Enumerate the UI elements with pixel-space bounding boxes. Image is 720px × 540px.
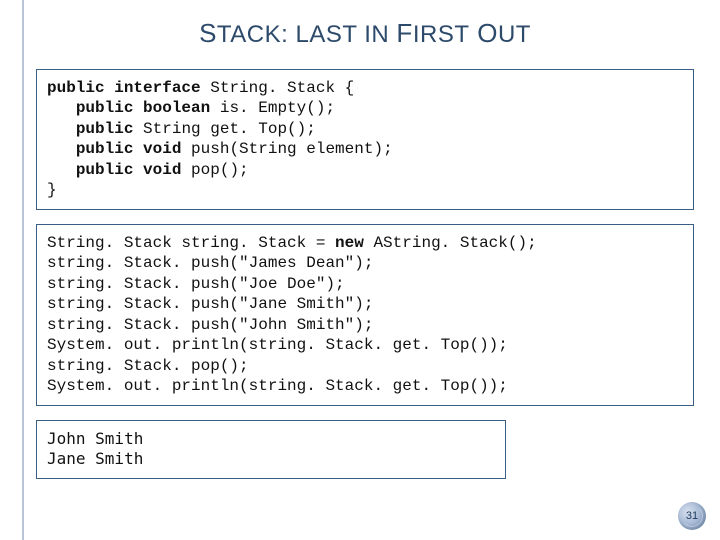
code-text: push(String element); xyxy=(191,140,393,158)
code-text: string. Stack. push("James Dean"); xyxy=(47,254,373,272)
code-text: string. Stack. push("Joe Doe"); xyxy=(47,275,345,293)
code-kw: public boolean xyxy=(76,99,220,117)
interface-code-box: public interface String. Stack { public … xyxy=(36,69,694,210)
code-text: string. Stack. push("Jane Smith"); xyxy=(47,295,373,313)
code-text: AString. Stack(); xyxy=(373,234,536,252)
title-word: IN xyxy=(357,21,396,48)
title-letter: F xyxy=(396,18,412,48)
code-kw: public void xyxy=(76,161,191,179)
title-letter: O xyxy=(469,18,497,48)
interface-code: public interface String. Stack { public … xyxy=(47,78,683,201)
code-text: string. Stack. push("John Smith"); xyxy=(47,316,373,334)
output-text: John Smith Jane Smith xyxy=(47,429,495,470)
title-word: AST xyxy=(309,21,357,48)
output-line: Jane Smith xyxy=(47,449,143,468)
title-letter: S xyxy=(199,18,217,48)
usage-code: String. Stack string. Stack = new AStrin… xyxy=(47,233,683,397)
title-word: TACK xyxy=(217,21,281,48)
code-text: } xyxy=(47,181,57,199)
code-kw: public interface xyxy=(47,79,210,97)
page-number-badge: 31 xyxy=(678,502,706,530)
left-margin-rule xyxy=(22,0,24,540)
code-text: String. Stack { xyxy=(210,79,354,97)
title-word: IRST xyxy=(413,21,470,48)
code-text: pop(); xyxy=(191,161,249,179)
slide-title: STACK: LAST IN FIRST OUT xyxy=(36,18,694,49)
usage-code-box: String. Stack string. Stack = new AStrin… xyxy=(36,224,694,406)
code-kw: new xyxy=(335,234,373,252)
code-kw: public void xyxy=(76,140,191,158)
code-text: String. Stack string. Stack = xyxy=(47,234,335,252)
title-word: UT xyxy=(498,21,531,48)
code-kw: public xyxy=(76,120,143,138)
code-text: System. out. println(string. Stack. get.… xyxy=(47,377,508,395)
code-text: string. Stack. pop(); xyxy=(47,357,249,375)
code-text: is. Empty(); xyxy=(220,99,335,117)
output-line: John Smith xyxy=(47,429,143,448)
code-text: System. out. println(string. Stack. get.… xyxy=(47,336,508,354)
badge-swirl-icon xyxy=(681,505,703,527)
code-text: String get. Top(); xyxy=(143,120,316,138)
output-box: John Smith Jane Smith xyxy=(36,420,506,479)
title-sep: : L xyxy=(281,21,309,48)
